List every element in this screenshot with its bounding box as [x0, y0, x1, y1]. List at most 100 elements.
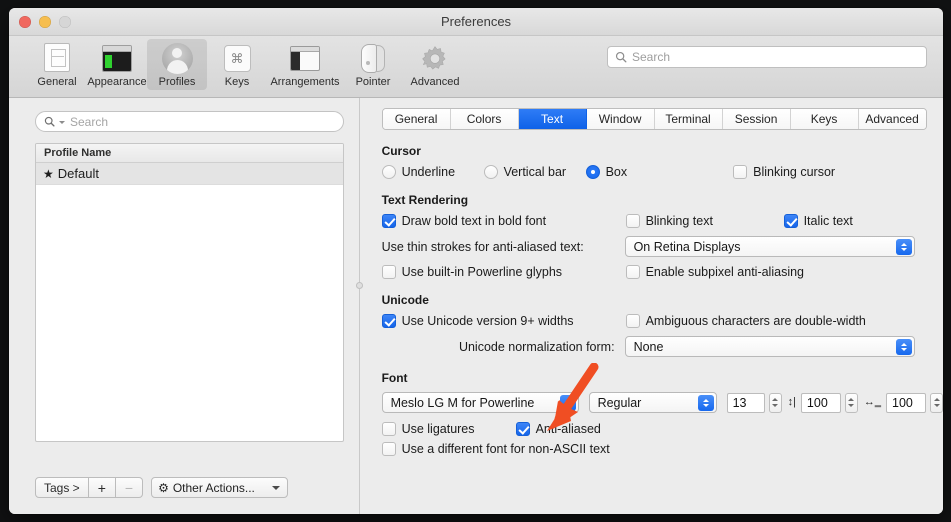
draw-bold-label: Draw bold text in bold font: [401, 214, 547, 228]
window-title: Preferences: [440, 14, 512, 29]
cursor-option-vertical-bar[interactable]: Vertical bar: [483, 165, 586, 179]
cursor-option-label: Box: [605, 165, 628, 179]
blinking-cursor-label: Blinking cursor: [753, 165, 836, 179]
search-icon: [44, 116, 55, 127]
font-size-stepper[interactable]: [768, 392, 782, 413]
blinking-text-option[interactable]: Blinking text: [625, 214, 784, 228]
settings-tab-bar: General Colors Text Window Terminal Sess…: [381, 108, 927, 130]
tab-advanced[interactable]: Advanced: [858, 109, 926, 129]
non-ascii-font-option[interactable]: Use a different font for non-ASCII text: [381, 442, 943, 456]
subpixel-antialiasing-option[interactable]: Enable subpixel anti-aliasing: [625, 265, 804, 279]
checkbox-powerline-glyphs[interactable]: [381, 265, 396, 279]
thin-strokes-popup[interactable]: On Retina Displays: [624, 236, 915, 257]
checkbox-anti-aliased[interactable]: [515, 422, 530, 436]
tab-terminal[interactable]: Terminal: [654, 109, 723, 129]
general-icon: [40, 42, 74, 74]
table-row[interactable]: ★ Default: [36, 163, 343, 185]
toolbar-item-profiles[interactable]: Profiles: [147, 39, 207, 90]
profiles-column-header[interactable]: Profile Name: [36, 144, 343, 163]
preferences-toolbar: General Appearance Profiles ⌘ Keys Arran…: [9, 36, 943, 98]
antialiased-option[interactable]: Anti-aliased: [515, 422, 601, 436]
checkbox-ambiguous-double-width[interactable]: [625, 314, 640, 328]
draw-bold-option[interactable]: Draw bold text in bold font: [381, 214, 626, 228]
cursor-options-row: Underline Vertical bar Box Blinking curs…: [381, 165, 943, 179]
radio-box[interactable]: [585, 165, 600, 179]
text-rendering-section-heading: Text Rendering: [381, 193, 469, 207]
chevron-down-icon: [272, 486, 281, 490]
other-actions-label: Other Actions...: [172, 480, 255, 495]
text-rendering-row-3: Use built-in Powerline glyphs Enable sub…: [381, 265, 943, 279]
tab-keys[interactable]: Keys: [790, 109, 859, 129]
cursor-option-box[interactable]: Box: [585, 165, 628, 179]
checkbox-unicode-version9[interactable]: [381, 314, 396, 328]
unicode-normalization-row: Unicode normalization form: None: [382, 336, 943, 357]
font-family-popup[interactable]: Meslo LG M for Powerline: [381, 392, 579, 413]
horizontal-spacing-value: 100: [892, 395, 913, 410]
font-style-popup[interactable]: Regular: [588, 392, 717, 413]
powerline-glyphs-label: Use built-in Powerline glyphs: [401, 265, 563, 279]
tab-general[interactable]: General: [382, 109, 451, 129]
toolbar-item-appearance[interactable]: Appearance: [87, 39, 147, 90]
unicode-section-heading: Unicode: [381, 293, 429, 307]
toolbar-item-label: Advanced: [410, 76, 460, 88]
checkbox-blinking-cursor[interactable]: [733, 165, 748, 179]
toolbar-item-label: General: [37, 76, 77, 88]
horizontal-spacing-stepper[interactable]: [930, 392, 943, 413]
sidebar-search-field[interactable]: Search: [35, 111, 344, 132]
font-section-heading: Font: [381, 371, 408, 385]
ligatures-option[interactable]: Use ligatures: [381, 422, 516, 436]
powerline-glyphs-option[interactable]: Use built-in Powerline glyphs: [381, 265, 626, 279]
tab-session[interactable]: Session: [722, 109, 791, 129]
unicode-normalization-value: None: [633, 339, 664, 354]
ambiguous-width-label: Ambiguous characters are double-width: [645, 314, 866, 328]
italic-text-option[interactable]: Italic text: [783, 214, 853, 228]
toolbar-search-placeholder: Search: [632, 50, 671, 64]
cursor-option-label: Vertical bar: [503, 165, 567, 179]
checkbox-italic-text[interactable]: [783, 214, 798, 228]
cursor-section-heading: Cursor: [381, 144, 421, 158]
thin-strokes-value: On Retina Displays: [633, 239, 741, 254]
radio-vertical-bar[interactable]: [483, 165, 498, 179]
ambiguous-width-option[interactable]: Ambiguous characters are double-width: [625, 314, 866, 328]
toolbar-item-advanced[interactable]: Advanced: [403, 39, 467, 90]
checkbox-draw-bold-text[interactable]: [381, 214, 396, 228]
unicode-normalization-popup[interactable]: None: [624, 336, 915, 357]
font-style-value: Regular: [597, 395, 642, 410]
tags-button[interactable]: Tags >: [35, 477, 89, 498]
horizontal-spacing-field[interactable]: 100: [886, 392, 926, 413]
toolbar-item-label: Keys: [224, 76, 250, 88]
blinking-cursor-option[interactable]: Blinking cursor: [733, 165, 835, 179]
profiles-table: Profile Name ★ Default: [35, 143, 344, 442]
checkbox-subpixel-antialiasing[interactable]: [625, 265, 640, 279]
tab-text[interactable]: Text: [518, 109, 587, 129]
vertical-spacing-stepper[interactable]: [844, 392, 858, 413]
remove-profile-button: −: [115, 477, 144, 498]
checkbox-non-ascii-font[interactable]: [381, 442, 396, 456]
tab-window[interactable]: Window: [586, 109, 655, 129]
checkbox-blinking-text[interactable]: [625, 214, 640, 228]
toolbar-item-keys[interactable]: ⌘ Keys: [207, 39, 267, 90]
checkbox-use-ligatures[interactable]: [381, 422, 396, 436]
screen: Preferences General Appearance Profiles …: [0, 0, 951, 522]
unicode-version9-option[interactable]: Use Unicode version 9+ widths: [381, 314, 626, 328]
advanced-icon: [418, 42, 452, 74]
radio-underline[interactable]: [381, 165, 396, 179]
toolbar-item-label: Profiles: [158, 76, 196, 88]
toolbar-item-label: Pointer: [355, 76, 391, 88]
font-controls-row: Meslo LG M for Powerline Regular 13 ↕| 1…: [381, 392, 943, 413]
search-icon: [615, 51, 627, 63]
thin-strokes-label: Use thin strokes for anti-aliased text:: [381, 239, 584, 254]
toolbar-item-pointer[interactable]: Pointer: [343, 39, 403, 90]
antialiased-label: Anti-aliased: [535, 422, 601, 436]
font-row-ligatures: Use ligatures Anti-aliased: [381, 422, 943, 436]
toolbar-item-arrangements[interactable]: Arrangements: [267, 39, 343, 90]
font-size-field[interactable]: 13: [726, 392, 765, 413]
chevron-down-icon[interactable]: [59, 121, 65, 124]
cursor-option-underline[interactable]: Underline: [381, 165, 484, 179]
toolbar-search-field[interactable]: Search: [607, 46, 927, 68]
other-actions-button[interactable]: ⚙ Other Actions...: [151, 477, 289, 498]
toolbar-item-general[interactable]: General: [27, 39, 87, 90]
tab-colors[interactable]: Colors: [450, 109, 519, 129]
add-profile-button[interactable]: +: [88, 477, 116, 498]
vertical-spacing-field[interactable]: 100: [800, 392, 841, 413]
